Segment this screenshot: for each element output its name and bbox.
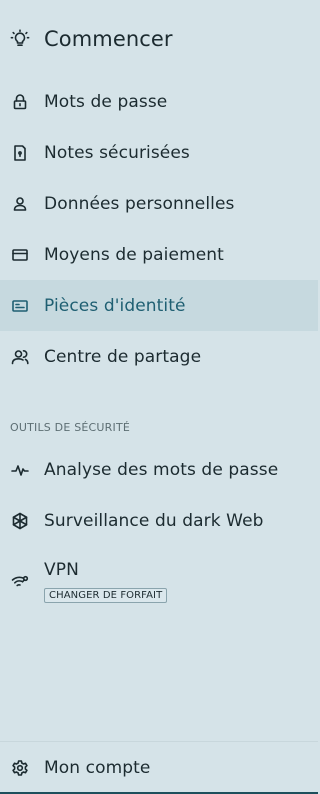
card-icon xyxy=(10,245,30,265)
nav-item-moyens-de-paiement[interactable]: Moyens de paiement xyxy=(0,229,318,280)
sidebar: Commencer Mots de passe Notes sécurisées xyxy=(0,0,318,794)
nav-item-analyse-des-mots-de-passe[interactable]: Analyse des mots de passe xyxy=(0,444,318,495)
nav-item-centre-de-partage[interactable]: Centre de partage xyxy=(0,331,318,382)
vpn-icon xyxy=(10,572,30,592)
nav-item-label: Mots de passe xyxy=(44,91,168,112)
nav-item-label: Surveillance du dark Web xyxy=(44,510,264,531)
nav-item-label: Données personnelles xyxy=(44,193,235,214)
pulse-icon xyxy=(10,460,30,480)
nav-item-mots-de-passe[interactable]: Mots de passe xyxy=(0,76,318,127)
lock-icon xyxy=(10,92,30,112)
nav-item-surveillance-du-dark-web[interactable]: Surveillance du dark Web xyxy=(0,495,318,546)
nav-item-label: Commencer xyxy=(44,26,173,51)
nav-item-label: Notes sécurisées xyxy=(44,142,190,163)
nav-item-label: Centre de partage xyxy=(44,346,202,367)
section-title-security-tools: OUTILS DE SÉCURITÉ xyxy=(10,421,131,434)
gear-icon xyxy=(10,758,30,778)
nav-item-donnees-personnelles[interactable]: Données personnelles xyxy=(0,178,318,229)
nav-item-label: Analyse des mots de passe xyxy=(44,459,279,480)
id-card-icon xyxy=(10,296,30,316)
nav-item-commencer[interactable]: Commencer xyxy=(0,13,318,64)
nav-item-mon-compte[interactable]: Mon compte xyxy=(0,742,318,793)
nav-item-label: Pièces d'identité xyxy=(44,295,186,316)
note-icon xyxy=(10,143,30,163)
lightbulb-icon xyxy=(10,28,30,49)
nav-item-pieces-d-identite[interactable]: Pièces d'identité xyxy=(0,280,318,331)
person-icon xyxy=(10,194,30,214)
upgrade-plan-badge[interactable]: CHANGER DE FORFAIT xyxy=(44,588,168,603)
nav-item-label: VPN xyxy=(44,560,79,580)
nav-item-label: Moyens de paiement xyxy=(44,244,224,265)
nav-item-notes-securisees[interactable]: Notes sécurisées xyxy=(0,127,318,178)
nav-item-label: Mon compte xyxy=(44,757,151,778)
dark-web-icon xyxy=(10,511,30,531)
sharing-icon xyxy=(10,347,30,367)
